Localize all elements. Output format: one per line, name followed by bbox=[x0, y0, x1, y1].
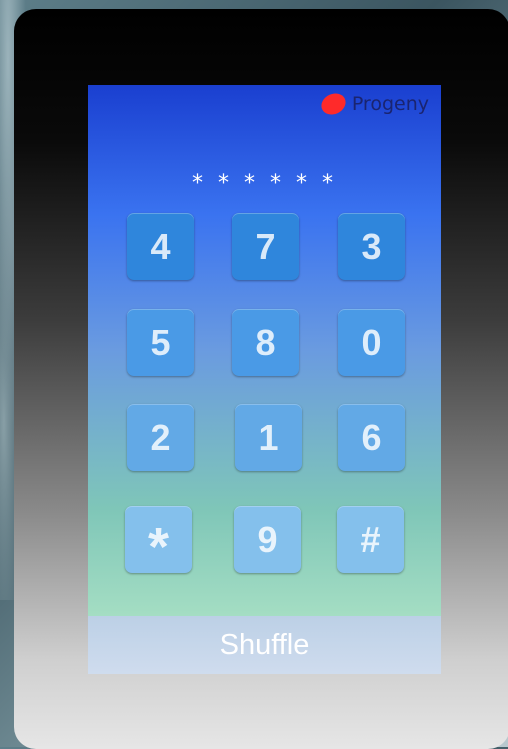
brand: Progeny bbox=[317, 89, 429, 119]
key-6[interactable]: 6 bbox=[338, 404, 405, 471]
key-3[interactable]: 3 bbox=[338, 213, 405, 280]
brand-logo-icon bbox=[317, 89, 349, 119]
key-5[interactable]: 5 bbox=[127, 309, 194, 376]
key-1[interactable]: 1 bbox=[235, 404, 302, 471]
key-2[interactable]: 2 bbox=[127, 404, 194, 471]
brand-name: Progeny bbox=[351, 93, 429, 115]
keypad-screen: Progeny * * * * * * 4 7 3 5 8 0 2 1 6 * … bbox=[88, 85, 441, 674]
key-7[interactable]: 7 bbox=[232, 213, 299, 280]
key-9[interactable]: 9 bbox=[234, 506, 301, 573]
key-8[interactable]: 8 bbox=[232, 309, 299, 376]
key-star[interactable]: * bbox=[125, 506, 192, 577]
key-4[interactable]: 4 bbox=[127, 213, 194, 280]
key-hash[interactable]: # bbox=[337, 506, 404, 573]
shuffle-button[interactable]: Shuffle bbox=[88, 616, 441, 674]
key-0[interactable]: 0 bbox=[338, 309, 405, 376]
pin-display: * * * * * * bbox=[192, 171, 337, 196]
